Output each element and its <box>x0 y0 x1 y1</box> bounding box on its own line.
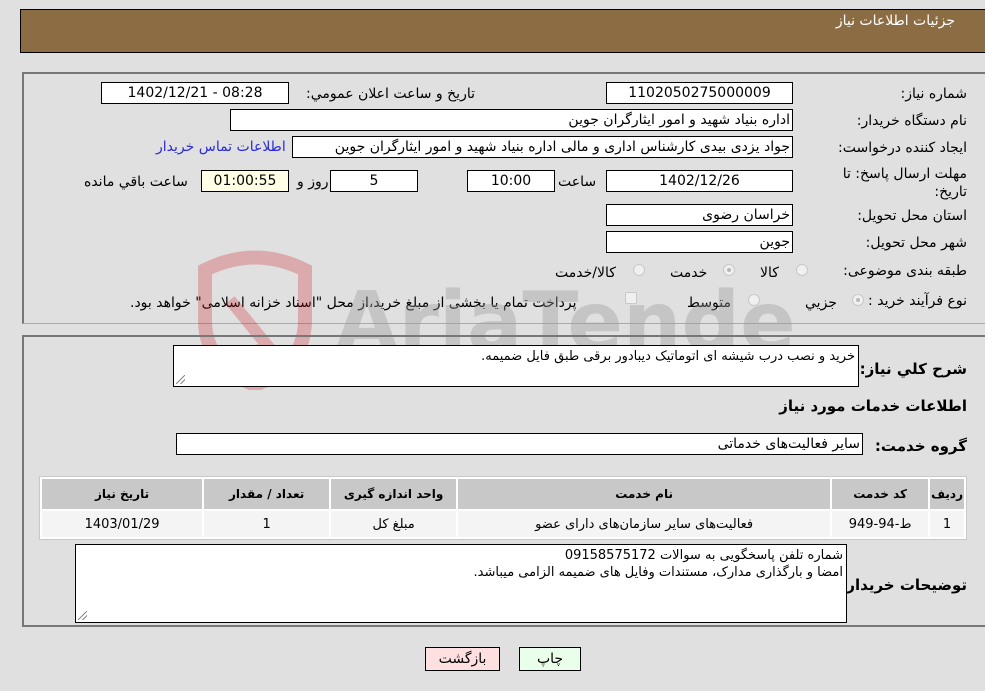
province-label: استان محل تحويل: <box>857 208 967 224</box>
col-row-number: رديف <box>930 479 964 509</box>
print-button[interactable]: چاپ <box>519 647 581 671</box>
buyer-notes-label: توضيحات خريدار: <box>840 576 967 594</box>
resize-grip-icon[interactable] <box>176 375 185 384</box>
cell-quantity: 1 <box>204 511 330 537</box>
buyer-contact-link[interactable]: اطلاعات تماس خريدار <box>156 139 286 155</box>
province-field: خراسان رضوی <box>606 204 793 226</box>
cell-service-name: فعالیت‌های سایر سازمان‌های دارای عضو <box>458 511 831 537</box>
buyer-org-field: اداره بنیاد شهید و امور ایثارگران جوین <box>230 109 793 131</box>
city-field: جوین <box>606 231 793 253</box>
col-service-name: نام خدمت <box>458 479 831 509</box>
cell-service-code: ط-94-949 <box>832 511 929 537</box>
category-label: طبقه بندی موضوعی: <box>843 263 967 279</box>
category-option-goods-service: کالا/خدمت <box>555 265 616 281</box>
description-text: خرید و نصب درب شیشه ای اتوماتیک دیبادور … <box>481 349 855 364</box>
need-number-label: شماره نياز: <box>900 86 968 102</box>
buyer-notes-line-1: شماره تلفن پاسخگویی به سوالات 0915857517… <box>564 548 843 563</box>
deadline-time-field: 10:00 <box>467 170 555 192</box>
deadline-date-field: 1402/12/26 <box>606 170 793 192</box>
category-option-goods: کالا <box>760 265 779 281</box>
city-label: شهر محل تحويل: <box>865 235 967 251</box>
table-row: 1 ط-94-949 فعالیت‌های سایر سازمان‌های دا… <box>42 511 964 537</box>
requester-label: ايجاد كننده درخواست: <box>838 140 967 156</box>
resize-grip-icon[interactable] <box>78 611 87 620</box>
table-header-row: رديف كد خدمت نام خدمت واحد اندازه گيری ت… <box>42 479 964 509</box>
process-radio-medium[interactable] <box>748 294 760 306</box>
col-quantity: تعداد / مقدار <box>204 479 330 509</box>
category-radio-goods-service[interactable] <box>633 264 645 276</box>
need-number-field: 1102050275000009 <box>606 82 793 104</box>
col-service-code: كد خدمت <box>832 479 929 509</box>
cell-unit: مبلغ کل <box>331 511 457 537</box>
col-unit: واحد اندازه گيری <box>331 479 457 509</box>
treasury-note: پرداخت تمام یا بخشی از مبلغ خرید،از محل … <box>130 295 577 311</box>
service-group-field: سایر فعالیت‌های خدماتی <box>176 433 863 455</box>
description-textarea[interactable]: خرید و نصب درب شیشه ای اتوماتیک دیبادور … <box>173 345 859 387</box>
cell-row-number: 1 <box>930 511 964 537</box>
process-option-medium: متوسط <box>687 295 731 311</box>
deadline-days-field: 5 <box>330 170 418 192</box>
process-type-label: نوع فرآيند خريد : <box>868 293 967 309</box>
treasury-checkbox[interactable] <box>625 292 637 304</box>
services-section-title: اطلاعات خدمات مورد نياز <box>779 397 967 415</box>
process-radio-minor[interactable] <box>852 294 864 306</box>
services-table-wrap: رديف كد خدمت نام خدمت واحد اندازه گيری ت… <box>39 476 967 540</box>
remaining-time-field: 01:00:55 <box>201 170 289 192</box>
description-label: شرح كلي نياز: <box>859 360 967 378</box>
announce-datetime-label: تاريخ و ساعت اعلان عمومي: <box>306 86 475 102</box>
deadline-days-label: روز و <box>297 174 329 190</box>
requester-field: جواد یزدی بیدی کارشناس اداری و مالی ادار… <box>292 136 793 158</box>
announce-datetime-field: 1402/12/21 - 08:28 <box>101 82 289 104</box>
cell-need-date: 1403/01/29 <box>42 511 203 537</box>
process-option-minor: جزيي <box>805 295 837 311</box>
deadline-label: مهلت ارسال پاسخ: تا تاريخ: <box>842 166 967 200</box>
category-radio-service[interactable] <box>723 264 735 276</box>
buyer-notes-textarea[interactable]: شماره تلفن پاسخگویی به سوالات 0915857517… <box>75 544 847 623</box>
deadline-time-label: ساعت <box>558 174 597 190</box>
buyer-org-label: نام دستگاه خريدار: <box>856 113 967 129</box>
col-need-date: تاريخ نياز <box>42 479 203 509</box>
remaining-time-label: ساعت باقي مانده <box>84 174 188 190</box>
buyer-notes-line-2: امضا و بارگذاری مدارک، مستندات وفایل های… <box>473 565 843 580</box>
page-title: جزئيات اطلاعات نياز <box>835 13 955 29</box>
back-button[interactable]: بازگشت <box>425 647 500 671</box>
category-option-service: خدمت <box>670 265 708 281</box>
services-table: رديف كد خدمت نام خدمت واحد اندازه گيری ت… <box>39 476 967 540</box>
category-radio-goods[interactable] <box>796 264 808 276</box>
service-group-label: گروه خدمت: <box>874 437 967 455</box>
